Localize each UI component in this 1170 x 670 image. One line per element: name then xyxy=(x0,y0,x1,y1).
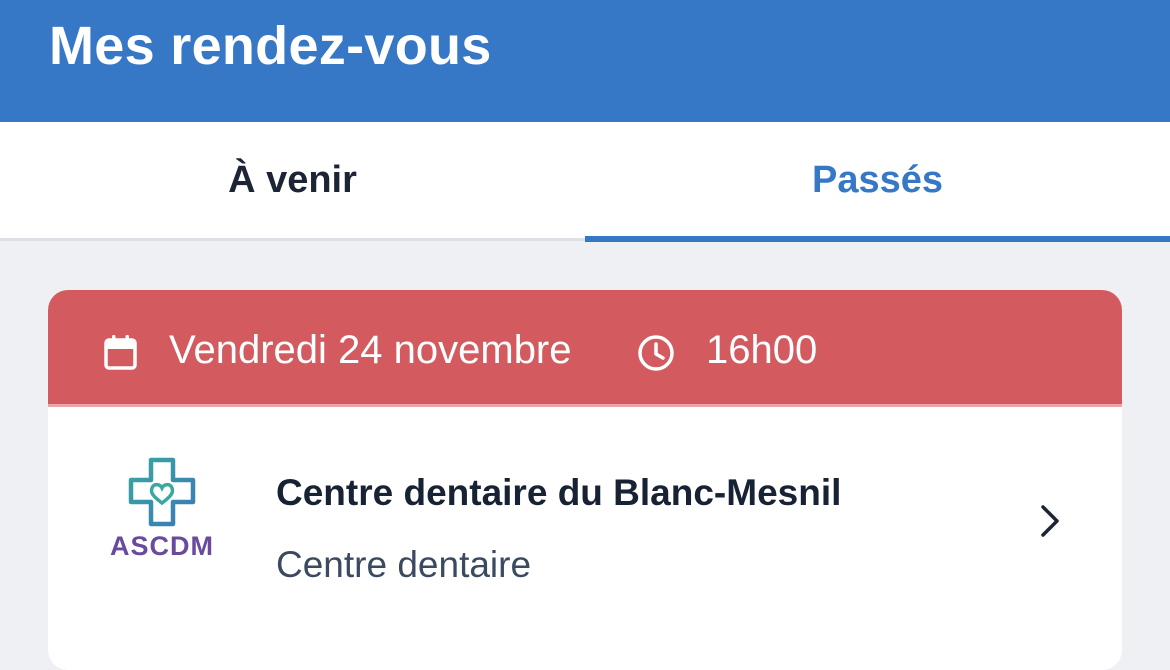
center-logo: ASCDM xyxy=(102,457,222,567)
tab-bar: À venir Passés xyxy=(0,122,1170,241)
chevron-right-icon[interactable] xyxy=(1038,503,1062,539)
calendar-icon xyxy=(104,335,137,370)
app-header: Mes rendez-vous xyxy=(0,0,1170,122)
active-tab-indicator xyxy=(585,236,1170,242)
tab-past[interactable]: Passés xyxy=(585,122,1170,241)
appointment-details[interactable]: ASCDM Centre dentaire du Blanc-Mesnil Ce… xyxy=(48,407,1122,670)
appointment-date: Vendredi 24 novembre xyxy=(169,328,572,372)
center-type: Centre dentaire xyxy=(276,544,532,585)
appointment-card[interactable]: Vendredi 24 novembre 16h00 ASCDM Centre … xyxy=(48,290,1122,670)
center-name: Centre dentaire du Blanc-Mesnil xyxy=(276,472,842,513)
tab-upcoming[interactable]: À venir xyxy=(0,122,585,241)
appointment-time: 16h00 xyxy=(706,328,818,372)
clock-icon xyxy=(638,335,674,371)
medical-cross-heart-icon xyxy=(128,457,196,527)
logo-text: ASCDM xyxy=(110,531,214,561)
appointment-datetime-bar: Vendredi 24 novembre 16h00 xyxy=(48,290,1122,407)
page-title: Mes rendez-vous xyxy=(49,16,492,76)
